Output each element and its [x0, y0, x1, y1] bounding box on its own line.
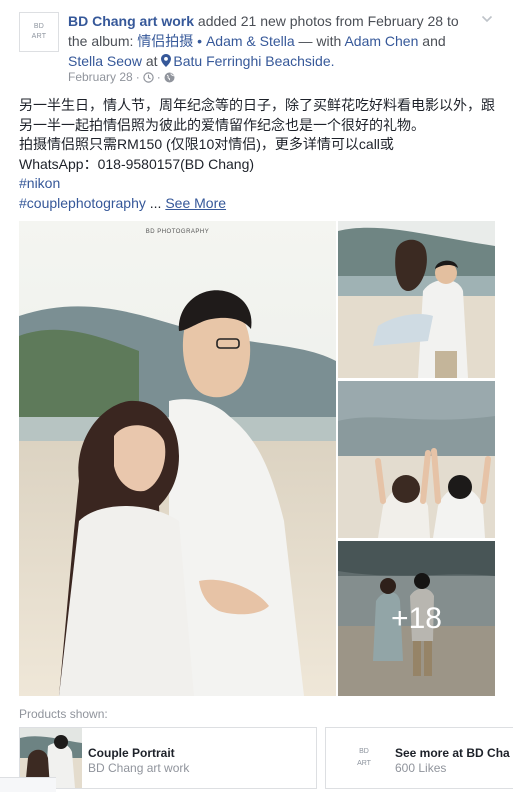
tagged-person-2[interactable]: Stella Seow — [68, 53, 142, 69]
post-card: BD ART BD Chang art work added 21 new ph… — [0, 0, 513, 792]
post-headline: BD Chang art work added 21 new photos fr… — [68, 11, 473, 71]
photo-watermark: BD PHOTOGRAPHY — [145, 229, 210, 235]
photo-thumb-3[interactable]: +18 — [338, 541, 495, 696]
product-title[interactable]: See more at BD Cha — [395, 746, 510, 760]
location-name: Batu Ferringhi Beachside. — [173, 53, 335, 69]
photo-main[interactable]: BD PHOTOGRAPHY — [19, 221, 336, 696]
photo-thumb-2[interactable] — [338, 381, 495, 538]
hashtag-nikon[interactable]: #nikon — [19, 175, 60, 191]
post-meta: February 28 · · — [68, 70, 175, 84]
message-line-4: WhatsApp：018-9580157(BD Chang) — [19, 155, 255, 172]
piggyback-photo-image — [338, 221, 495, 378]
and-text: and — [418, 33, 446, 49]
photo-thumb-1[interactable] — [338, 221, 495, 378]
product-card-see-more[interactable]: BD ART See more at BD Cha 600 Likes — [325, 727, 513, 789]
product-title[interactable]: Couple Portrait — [88, 746, 175, 760]
post-message: 另一半生日，情人节，周年纪念等的日子，除了买鲜花吃好料看电影以外，跟 另一半一起… — [19, 96, 499, 213]
product-likes: 600 Likes — [395, 761, 447, 775]
tagged-person-1[interactable]: Adam Chen — [344, 33, 418, 49]
ellipsis: ... — [145, 194, 166, 211]
more-photos-count[interactable]: +18 — [338, 541, 495, 696]
clock-icon — [143, 71, 154, 83]
hashtag-couplephotography[interactable]: #couplephotography — [19, 195, 146, 211]
author-link[interactable]: BD Chang art work — [68, 13, 194, 29]
logo-line-2: ART — [357, 760, 371, 767]
page-logo: BD ART — [344, 738, 384, 778]
avatar-line-2: ART — [31, 33, 47, 40]
avatar-line-1: BD — [33, 23, 45, 30]
message-line-2: 另一半一起拍情侣照为彼此的爱情留作纪念也是一个很好的礼物。 — [19, 116, 425, 133]
meta-separator-2: · — [156, 70, 161, 84]
post-date[interactable]: February 28 — [68, 70, 133, 84]
product-subtitle: BD Chang art work — [88, 761, 190, 775]
hands-up-photo-image — [338, 381, 495, 538]
page-avatar[interactable]: BD ART — [19, 12, 59, 52]
globe-icon[interactable] — [164, 72, 175, 83]
products-shown-label: Products shown: — [19, 707, 108, 721]
message-line-3: 拍摄情侣照只需RM150 (仅限10对情侣)，更多详情可以call或 — [19, 136, 394, 152]
product-card-couple-portrait[interactable]: Couple Portrait BD Chang art work — [19, 727, 317, 789]
meta-separator: · — [135, 70, 140, 84]
chevron-down-icon[interactable] — [480, 12, 494, 26]
message-line-1: 另一半生日，情人节，周年纪念等的日子，除了买鲜花吃好料看电影以外，跟 — [19, 97, 495, 113]
location-link[interactable]: Batu Ferringhi Beachside. — [161, 53, 335, 69]
logo-line-1: BD — [359, 748, 369, 755]
album-link[interactable]: 情侣拍摄 • Adam & Stella — [137, 33, 294, 49]
location-pin-icon — [161, 54, 172, 67]
at-text: at — [141, 53, 162, 69]
couple-photo-image — [19, 221, 336, 696]
bottom-bar — [0, 777, 56, 792]
see-more-link[interactable]: See More — [165, 195, 226, 211]
with-text: — with — [294, 33, 345, 49]
